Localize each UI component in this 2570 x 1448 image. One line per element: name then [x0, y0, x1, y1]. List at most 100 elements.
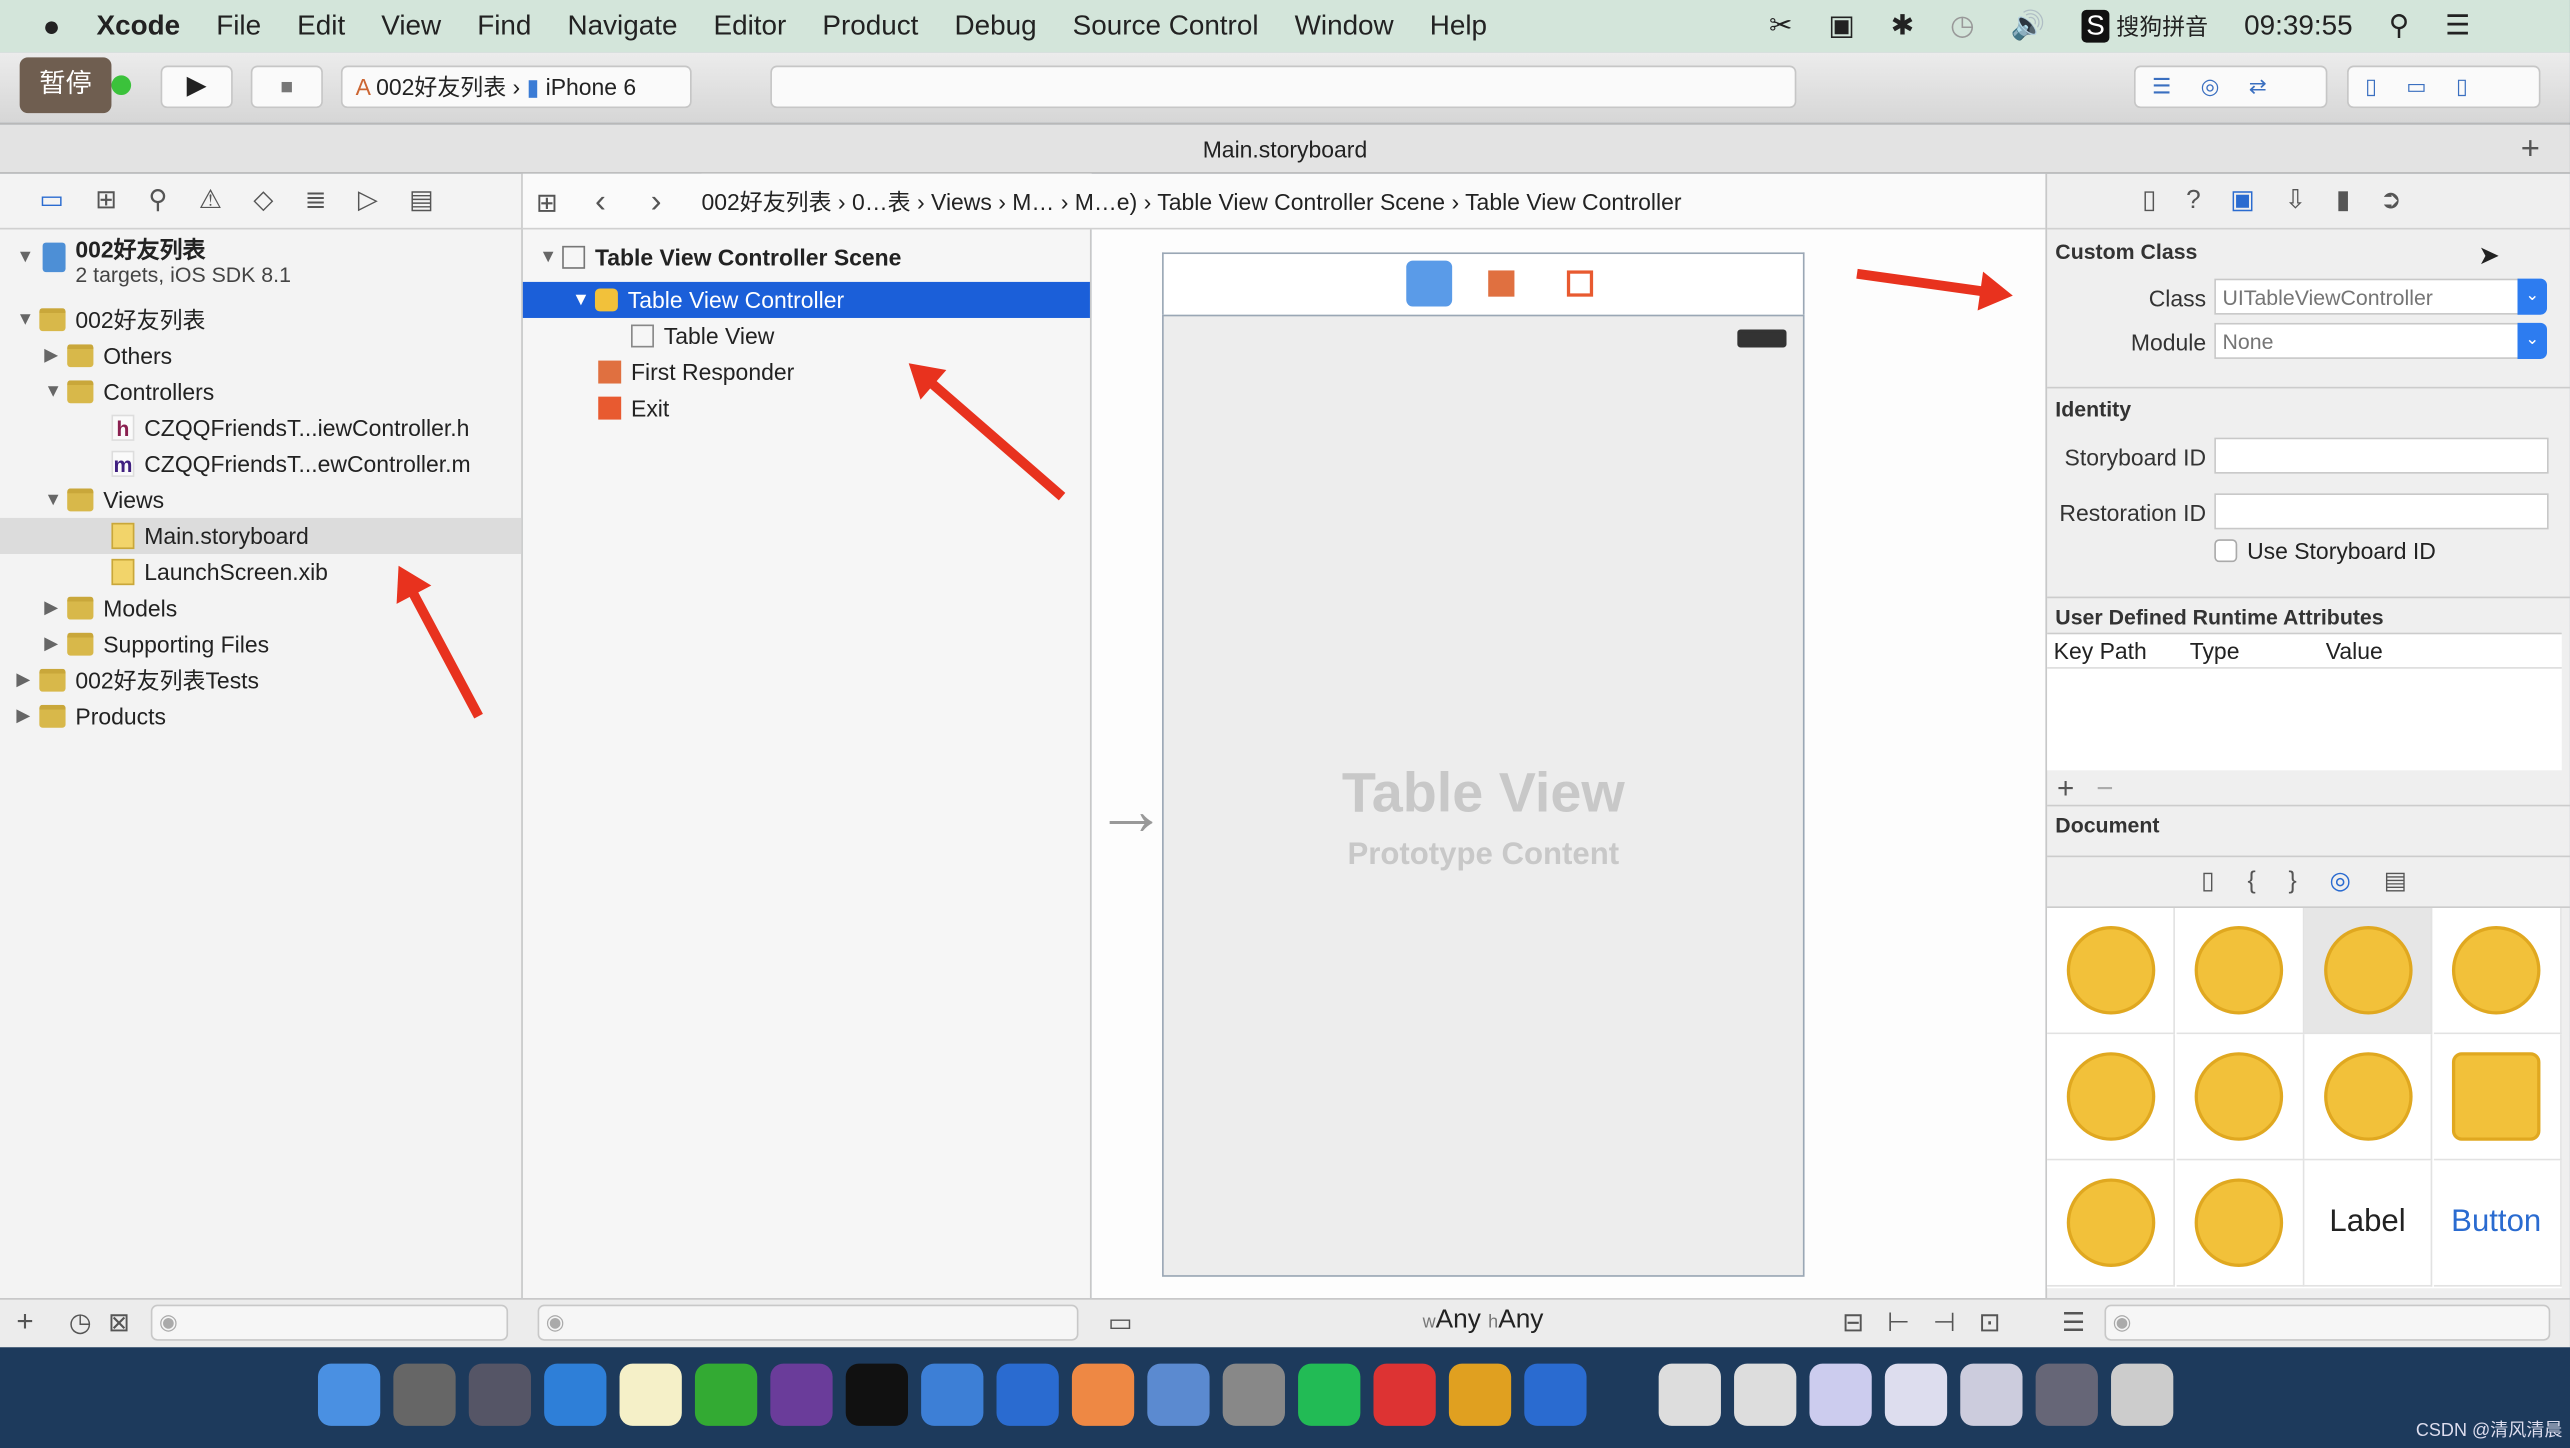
file-inspector-icon[interactable]: ▯ — [2142, 187, 2186, 215]
stop-button[interactable]: ■ — [250, 65, 323, 109]
report-icon[interactable]: ▤ — [409, 187, 465, 215]
align-icon[interactable]: ⊟⊢⊣⊡ — [1842, 1306, 2023, 1339]
dock-app-icon[interactable] — [1734, 1363, 1797, 1426]
library-object-icon[interactable] — [2433, 908, 2561, 1035]
library-object-icon[interactable] — [2047, 908, 2175, 1035]
disclosure-triangle[interactable]: ▼ — [44, 374, 67, 410]
file-item[interactable]: Main.storyboard — [0, 517, 522, 554]
spotlight-icon[interactable]: ⚲ — [2389, 10, 2409, 43]
exit-dock-icon[interactable] — [1566, 270, 1594, 297]
outline-scene[interactable]: ▼ Table View Controller Scene — [539, 239, 901, 275]
forward-icon[interactable]: › — [651, 184, 662, 222]
navigator-filter-field[interactable]: ◉ — [150, 1304, 509, 1341]
outline-table-view-controller[interactable]: ▼ Table View Controller — [522, 281, 1090, 318]
class-field[interactable] — [2214, 278, 2520, 315]
object-library-icon[interactable]: ◎ — [2330, 867, 2384, 895]
outline-exit[interactable]: Exit — [598, 390, 669, 426]
tab-main-storyboard[interactable]: Main.storyboard — [0, 124, 2570, 174]
breakpoint-icon[interactable]: ▷ — [358, 187, 409, 215]
dock-app-icon[interactable] — [544, 1363, 607, 1426]
group-item[interactable]: ▶ Others — [0, 338, 521, 374]
back-icon[interactable]: ‹ — [595, 184, 606, 222]
library-object-icon[interactable] — [2047, 1160, 2175, 1287]
file-item[interactable]: h CZQQFriendsT...iewController.h — [0, 410, 521, 446]
view-toggle-segment[interactable]: ▯▭▯ — [2347, 65, 2541, 109]
library-object-icon[interactable] — [2304, 908, 2433, 1035]
help-icon[interactable]: ? — [2186, 187, 2230, 215]
menu-xcode[interactable]: Xcode — [96, 10, 180, 43]
related-items-icon[interactable]: ⊞ — [536, 187, 558, 220]
dock-app-icon[interactable] — [1884, 1363, 1948, 1426]
storyboard-id-field[interactable] — [2214, 437, 2549, 474]
controller-dock-icon[interactable] — [1406, 260, 1453, 307]
add-attribute-button[interactable]: + — [2057, 772, 2074, 806]
class-dropdown-button[interactable]: ⌄ — [2517, 278, 2548, 315]
jump-bar[interactable]: 002好友列表 › 0…表 › Views › M… › M…e) › Tabl… — [701, 173, 2046, 230]
menu-file[interactable]: File — [216, 10, 261, 43]
scm-filter-icon[interactable]: ⊠ — [108, 1306, 130, 1339]
editor-mode-segment[interactable]: ☰◎⇄ — [2133, 65, 2328, 109]
warning-icon[interactable]: ⚠ — [199, 187, 254, 215]
group-item[interactable]: ▼ Views — [0, 482, 521, 518]
menu-view[interactable]: View — [381, 10, 441, 43]
time-machine-icon[interactable]: ◷ — [1950, 10, 1974, 43]
dock-app-icon[interactable] — [770, 1363, 833, 1426]
dock-app-icon[interactable] — [1448, 1363, 1512, 1426]
menu-window[interactable]: Window — [1295, 10, 1394, 43]
menu-source-control[interactable]: Source Control — [1073, 10, 1259, 43]
module-dropdown-button[interactable]: ⌄ — [2517, 322, 2548, 359]
group-item[interactable]: ▼ 002好友列表 — [0, 302, 521, 338]
menu-product[interactable]: Product — [822, 10, 918, 43]
dock-app-icon[interactable] — [619, 1363, 682, 1426]
connections-icon[interactable]: ➲ — [2380, 187, 2431, 215]
dock-app-icon[interactable] — [996, 1363, 1059, 1426]
recent-files-icon[interactable]: ◷ — [69, 1306, 92, 1339]
search-icon[interactable]: ⚲ — [148, 187, 198, 215]
list-view-icon[interactable]: ☰ — [2062, 1306, 2086, 1339]
disclosure-triangle[interactable]: ▶ — [44, 338, 67, 374]
library-object-icon[interactable] — [2175, 1034, 2304, 1161]
identity-inspector-icon[interactable]: ▣ — [2230, 187, 2284, 215]
group-item[interactable]: ▶ Models — [0, 590, 521, 626]
add-file-button[interactable]: + — [16, 1305, 33, 1339]
outline-filter-field[interactable]: ◉ — [537, 1304, 1079, 1341]
project-root[interactable]: ▼ 002好友列表 2 targets, iOS SDK 8.1 — [10, 233, 518, 292]
dock-app-icon[interactable] — [1373, 1363, 1436, 1426]
attributes-icon[interactable]: ⇩ — [2285, 187, 2336, 215]
dock-app-icon[interactable] — [845, 1363, 909, 1426]
library-object-icon[interactable] — [2433, 1034, 2561, 1161]
dock-app-icon[interactable] — [1298, 1363, 1361, 1426]
volume-icon[interactable]: 🔊 — [2011, 10, 2046, 43]
disclosure-triangle[interactable]: ▼ — [44, 482, 67, 518]
library-item-button[interactable]: Button — [2433, 1160, 2561, 1287]
restoration-id-field[interactable] — [2214, 493, 2549, 530]
scissors-icon[interactable]: ✂ — [1769, 10, 1792, 43]
menu-edit[interactable]: Edit — [297, 10, 345, 43]
apple-icon[interactable]: ● — [43, 9, 61, 43]
disclosure-triangle[interactable]: ▼ — [16, 302, 39, 338]
disclosure-triangle[interactable]: ▶ — [44, 626, 67, 662]
module-field[interactable] — [2214, 322, 2520, 359]
bluetooth-icon[interactable]: ✱ — [1891, 10, 1914, 43]
menu-navigate[interactable]: Navigate — [567, 10, 677, 43]
test-icon[interactable]: ◇ — [253, 187, 304, 215]
remove-attribute-button[interactable]: − — [2096, 772, 2113, 806]
disclosure-triangle[interactable]: ▶ — [16, 662, 39, 698]
dock-app-icon[interactable] — [393, 1363, 456, 1426]
dock-app-icon[interactable] — [2111, 1363, 2174, 1426]
group-item[interactable]: ▼ Controllers — [0, 374, 521, 410]
pause-button[interactable]: 暂停 — [19, 57, 112, 114]
scheme-selector[interactable]: A 002好友列表 › ▮ iPhone 6 — [340, 65, 692, 109]
menu-help[interactable]: Help — [1430, 10, 1487, 43]
camera-icon[interactable]: ▣ — [1828, 10, 1854, 43]
add-tab-button[interactable]: + — [2521, 131, 2540, 169]
sogou-icon[interactable]: S — [2081, 9, 2110, 43]
notification-center-icon[interactable]: ☰ — [2445, 10, 2470, 43]
dock-app-icon[interactable] — [1524, 1363, 1587, 1426]
library-object-icon[interactable] — [2175, 908, 2304, 1035]
storyboard-canvas[interactable]: → Table View Prototype Content — [1091, 229, 2046, 1299]
file-template-icon[interactable]: ▯ — [2201, 867, 2247, 895]
table-view-controller-scene[interactable]: Table View Prototype Content — [1162, 314, 1805, 1277]
runtime-attributes-table[interactable]: Key Path Type Value — [2047, 632, 2562, 771]
dock-app-icon[interactable] — [921, 1363, 984, 1426]
